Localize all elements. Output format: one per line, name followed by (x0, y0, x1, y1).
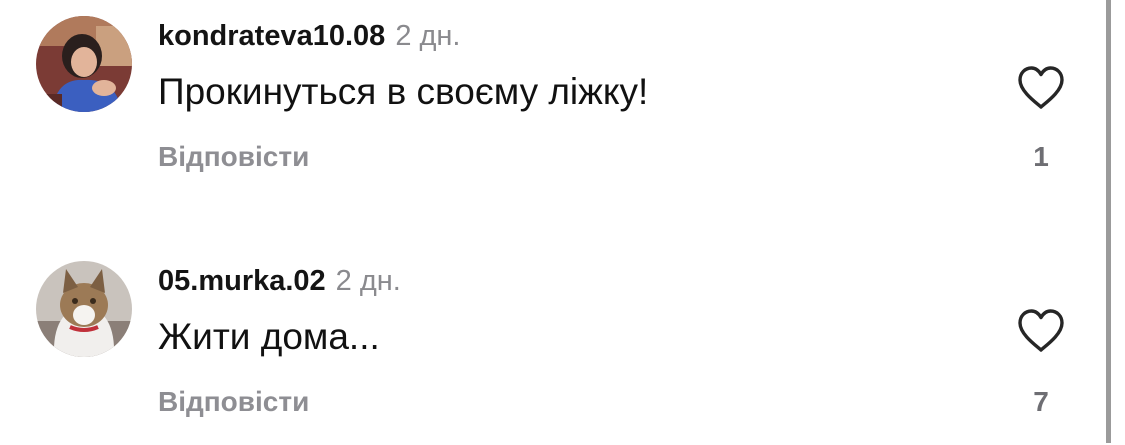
comment-text: Прокинуться в своєму ліжку! (158, 71, 649, 112)
comment-username[interactable]: 05.murka.02 2 дн. (158, 265, 401, 298)
comment-timestamp: 2 дн. (335, 265, 401, 297)
username-text[interactable]: kondrateva10.08 (158, 20, 385, 52)
heart-outline-icon[interactable] (1016, 65, 1066, 111)
avatar[interactable] (36, 261, 132, 357)
like-count[interactable]: 7 (1021, 386, 1061, 418)
reply-button[interactable]: Відповісти (158, 141, 309, 173)
comment-item: kondrateva10.08 2 дн. Прокинуться в своєм… (0, 0, 1105, 200)
comment-item: 05.murka.02 2 дн. Жити дома... Відповісти… (0, 245, 1105, 445)
username-text[interactable]: 05.murka.02 (158, 265, 326, 297)
comment-timestamp: 2 дн. (395, 20, 461, 52)
heart-outline-icon[interactable] (1016, 308, 1066, 354)
avatar-photo (36, 261, 132, 357)
avatar[interactable] (36, 16, 132, 112)
avatar-photo (36, 16, 132, 112)
reply-button[interactable]: Відповісти (158, 386, 309, 418)
like-count[interactable]: 1 (1021, 141, 1061, 173)
scrollbar[interactable] (1106, 0, 1111, 443)
comment-text: Жити дома... (158, 316, 380, 357)
comment-username[interactable]: kondrateva10.08 2 дн. (158, 20, 461, 53)
